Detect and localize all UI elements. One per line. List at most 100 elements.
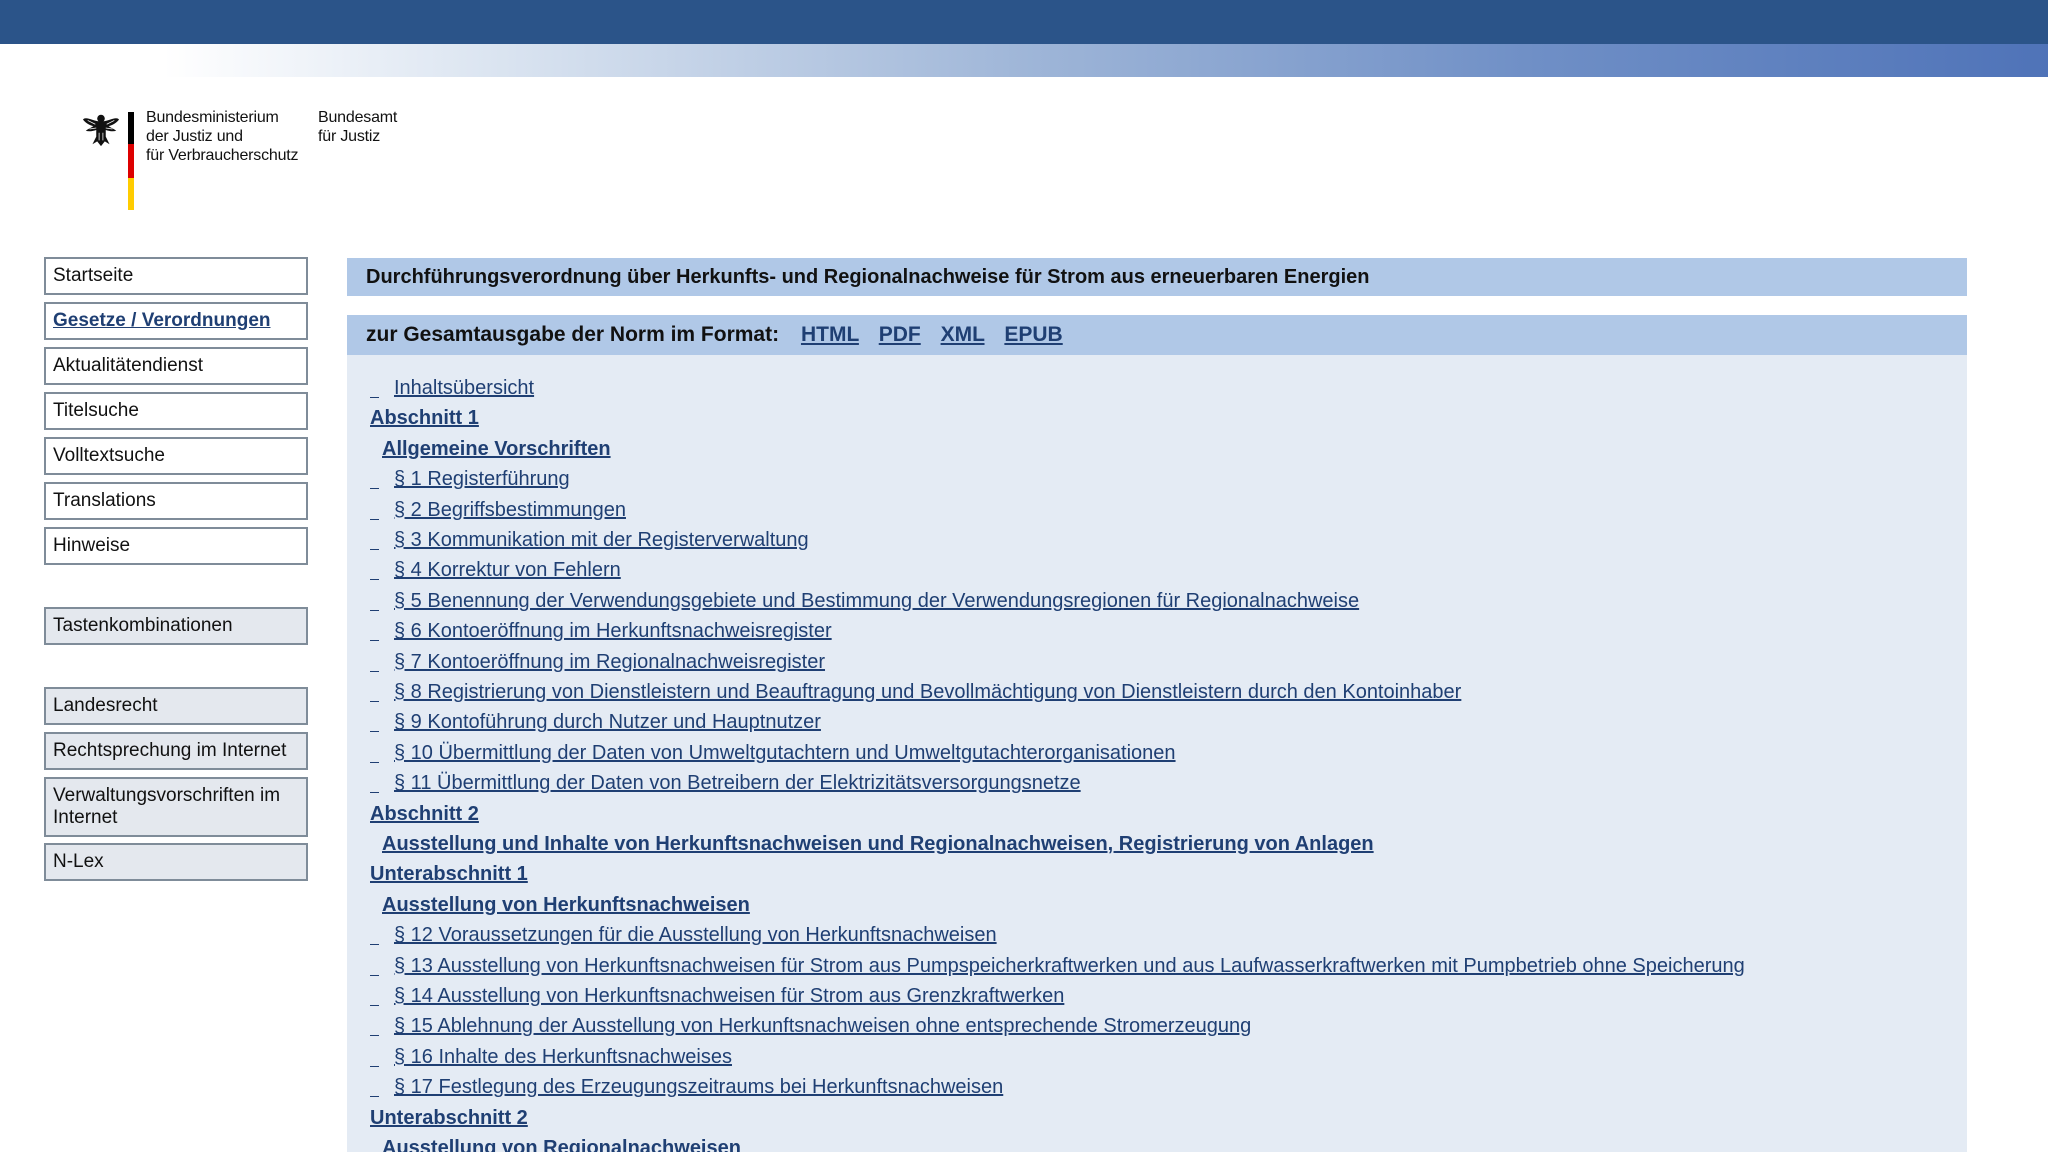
- toc-link[interactable]: Ausstellung von Regionalnachweisen: [382, 1137, 741, 1152]
- nav-item-label[interactable]: N-Lex: [53, 851, 299, 873]
- nav-item-hinweise[interactable]: Hinweise: [44, 527, 308, 565]
- ministry-line: der Justiz und: [146, 128, 243, 145]
- toc-item: § 6 Kontoeröffnung im Herkunftsnachweisr…: [370, 617, 832, 645]
- nav-item-aktualitätendienst[interactable]: Aktualitätendienst: [44, 347, 308, 385]
- toc-link[interactable]: Ausstellung von Herkunftsnachweisen: [382, 894, 750, 916]
- toc-bullet-icon: [370, 397, 379, 398]
- toc-bullet-icon: [370, 518, 379, 520]
- toc-link[interactable]: § 1 Registerführung: [394, 468, 570, 490]
- toc-link[interactable]: § 6 Kontoeröffnung im Herkunftsnachweisr…: [394, 620, 832, 642]
- toc-link[interactable]: Allgemeine Vorschriften: [382, 438, 611, 460]
- toc-heading: Ausstellung von Herkunftsnachweisen: [382, 891, 750, 919]
- toc-bullet-icon: [370, 609, 379, 611]
- nav-item-verwaltungsvorschriften-im-internet[interactable]: Verwaltungsvorschriften im Internet: [44, 777, 308, 837]
- toc-link[interactable]: § 12 Voraussetzungen für die Ausstellung…: [394, 924, 997, 946]
- toc-link[interactable]: § 13 Ausstellung von Herkunftsnachweisen…: [394, 955, 1745, 977]
- toc-heading: Abschnitt 2: [370, 800, 479, 828]
- format-bar: zur Gesamtausgabe der Norm im Format: HT…: [347, 315, 1967, 355]
- toc-item: § 1 Registerführung: [370, 465, 570, 493]
- toc-link[interactable]: § 8 Registrierung von Dienstleistern und…: [394, 681, 1461, 703]
- toc-bullet-icon: [370, 579, 379, 581]
- format-html-link[interactable]: HTML: [801, 323, 859, 346]
- toc-item: § 7 Kontoeröffnung im Regionalnachweisre…: [370, 648, 825, 676]
- toc-link[interactable]: § 10 Übermittlung der Daten von Umweltgu…: [394, 742, 1176, 764]
- format-label: zur Gesamtausgabe der Norm im Format:: [366, 323, 780, 346]
- toc-bullet-icon: [370, 1005, 379, 1006]
- nav-item-label[interactable]: Aktualitätendienst: [53, 355, 299, 377]
- toc-bullet-icon: [370, 701, 379, 702]
- toc-link[interactable]: § 14 Ausstellung von Herkunftsnachweisen…: [394, 985, 1064, 1007]
- toc-bullet-icon: [370, 761, 379, 763]
- nav-item-label[interactable]: Rechtsprechung im Internet: [53, 740, 299, 762]
- toc-bullet-icon: [370, 670, 379, 672]
- toc-bullet-icon: [370, 488, 379, 490]
- toc-item: § 16 Inhalte des Herkunftsnachweises: [370, 1043, 732, 1071]
- toc-bullet-icon: [370, 792, 379, 794]
- toc-link[interactable]: § 11 Übermittlung der Daten von Betreibe…: [394, 772, 1081, 794]
- format-xml-link[interactable]: XML: [941, 323, 985, 346]
- toc-link[interactable]: § 16 Inhalte des Herkunftsnachweises: [394, 1046, 732, 1068]
- toc-link[interactable]: § 3 Kommunikation mit der Registerverwal…: [394, 529, 809, 551]
- nav-item-label[interactable]: Startseite: [53, 265, 299, 287]
- toc-link[interactable]: Ausstellung und Inhalte von Herkunftsnac…: [382, 833, 1374, 855]
- nav-item-landesrecht[interactable]: Landesrecht: [44, 687, 308, 725]
- toc-link[interactable]: § 4 Korrektur von Fehlern: [394, 559, 621, 581]
- header-top-bar: [0, 0, 2048, 44]
- ministry-name: Bundesministerium der Justiz und für Ver…: [146, 108, 299, 165]
- nav-item-label[interactable]: Verwaltungsvorschriften im Internet: [53, 785, 299, 829]
- toc-item: § 15 Ablehnung der Ausstellung von Herku…: [370, 1012, 1251, 1040]
- page-title: Durchführungsverordnung über Herkunfts- …: [347, 258, 1967, 296]
- nav-item-n-lex[interactable]: N-Lex: [44, 843, 308, 881]
- nav-item-label[interactable]: Hinweise: [53, 535, 299, 557]
- toc-link[interactable]: § 2 Begriffsbestimmungen: [394, 499, 626, 521]
- toc-link[interactable]: § 9 Kontoführung durch Nutzer und Hauptn…: [394, 711, 821, 733]
- toc-link[interactable]: § 5 Benennung der Verwendungsgebiete und…: [394, 590, 1359, 612]
- office-name: Bundesamt für Justiz: [318, 108, 397, 146]
- toc-bullet-icon: [370, 1065, 379, 1067]
- ministry-logo[interactable]: Bundesministerium der Justiz und für Ver…: [82, 108, 422, 212]
- toc-link[interactable]: Inhaltsübersicht: [394, 377, 534, 399]
- toc-link[interactable]: Abschnitt 2: [370, 803, 479, 825]
- format-epub-link[interactable]: EPUB: [1004, 323, 1062, 346]
- toc-bullet-icon: [370, 944, 379, 946]
- office-line: für Justiz: [318, 128, 381, 145]
- nav-item-volltextsuche[interactable]: Volltextsuche: [44, 437, 308, 475]
- toc-heading: Unterabschnitt 1: [370, 860, 528, 888]
- toc-heading: Allgemeine Vorschriften: [382, 435, 611, 463]
- toc-link[interactable]: § 7 Kontoeröffnung im Regionalnachweisre…: [394, 651, 825, 673]
- toc-link[interactable]: Unterabschnitt 2: [370, 1107, 528, 1129]
- nav-item-label[interactable]: Translations: [53, 490, 299, 512]
- format-pdf-link[interactable]: PDF: [879, 323, 921, 346]
- toc-link[interactable]: Unterabschnitt 1: [370, 863, 528, 885]
- nav-item-gesetze-verordnungen[interactable]: Gesetze / Verordnungen: [44, 302, 308, 340]
- ministry-line: Bundesministerium: [146, 109, 279, 126]
- toc-heading: Ausstellung von Regionalnachweisen: [382, 1134, 741, 1152]
- toc-item: § 9 Kontoführung durch Nutzer und Hauptn…: [370, 708, 821, 736]
- toc-bullet-icon: [370, 974, 379, 976]
- flag-stripe: [128, 112, 134, 210]
- nav-item-rechtsprechung-im-internet[interactable]: Rechtsprechung im Internet: [44, 732, 308, 770]
- federal-eagle-icon: [82, 114, 120, 147]
- nav-item-label[interactable]: Volltextsuche: [53, 445, 299, 467]
- toc-item: § 2 Begriffsbestimmungen: [370, 496, 626, 524]
- toc-item: § 11 Übermittlung der Daten von Betreibe…: [370, 769, 1081, 797]
- toc-link[interactable]: § 17 Festlegung des Erzeugungszeitraums …: [394, 1076, 1003, 1098]
- toc-item: § 13 Ausstellung von Herkunftsnachweisen…: [370, 952, 1745, 980]
- toc-bullet-icon: [370, 640, 379, 642]
- toc-bullet-icon: [370, 549, 379, 550]
- toc-item: § 17 Festlegung des Erzeugungszeitraums …: [370, 1073, 1003, 1101]
- toc-heading: Abschnitt 1: [370, 404, 479, 432]
- nav-item-tastenkombinationen[interactable]: Tastenkombinationen: [44, 607, 308, 645]
- nav-item-titelsuche[interactable]: Titelsuche: [44, 392, 308, 430]
- toc-item: § 3 Kommunikation mit der Registerverwal…: [370, 526, 809, 554]
- nav-item-translations[interactable]: Translations: [44, 482, 308, 520]
- nav-item-startseite[interactable]: Startseite: [44, 257, 308, 295]
- toc-link[interactable]: Abschnitt 1: [370, 407, 479, 429]
- office-line: Bundesamt: [318, 109, 398, 126]
- toc-link[interactable]: § 15 Ablehnung der Ausstellung von Herku…: [394, 1015, 1251, 1037]
- nav-item-label[interactable]: Gesetze / Verordnungen: [53, 310, 271, 331]
- nav-item-label[interactable]: Landesrecht: [53, 695, 299, 717]
- page: Bundesministerium der Justiz und für Ver…: [0, 0, 2048, 1152]
- nav-item-label[interactable]: Tastenkombinationen: [53, 615, 299, 637]
- nav-item-label[interactable]: Titelsuche: [53, 400, 299, 422]
